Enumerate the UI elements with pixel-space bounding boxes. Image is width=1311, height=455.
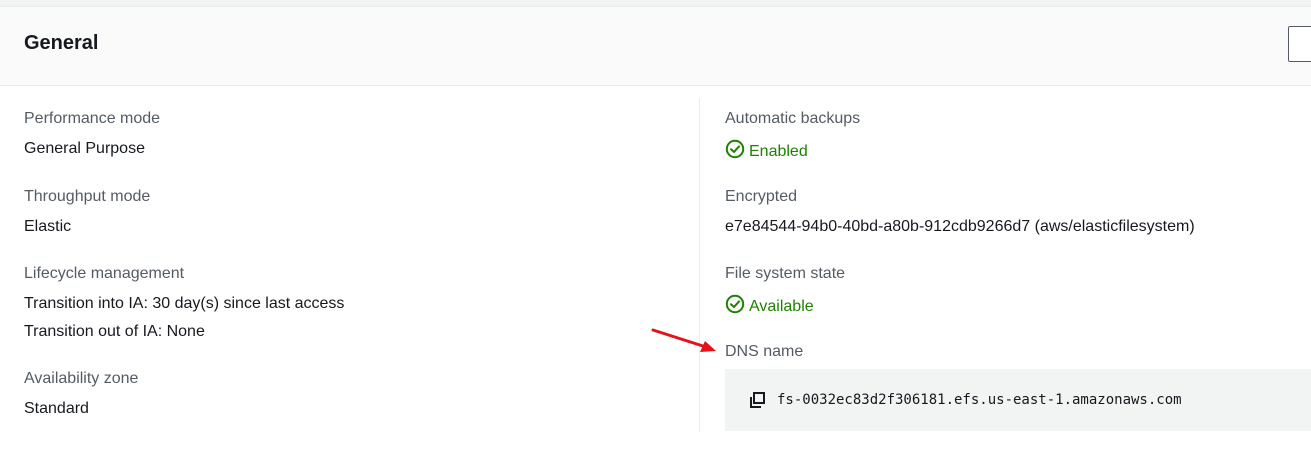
file-system-state-value: Available	[749, 298, 814, 315]
panel-header: General	[0, 7, 1311, 86]
file-system-state-status: Available	[725, 294, 845, 320]
lifecycle-management-field: Lifecycle management Transition into IA:…	[24, 264, 344, 342]
automatic-backups-label: Automatic backups	[725, 110, 861, 127]
lifecycle-transition-out-of-ia: Transition out of IA: None	[24, 323, 205, 340]
annotation-arrow-icon	[650, 326, 720, 363]
panel-title: General	[24, 32, 99, 54]
file-system-state-label: File system state	[725, 265, 846, 282]
availability-zone-value: Standard	[24, 400, 89, 417]
performance-mode-value: General Purpose	[24, 140, 145, 157]
encrypted-label: Encrypted	[725, 188, 798, 205]
top-strip	[0, 0, 1311, 7]
dns-name-box: fs-0032ec83d2f306181.efs.us-east-1.amazo…	[725, 369, 1311, 431]
check-circle-icon	[725, 139, 749, 165]
dns-name-field: DNS name	[725, 342, 803, 362]
encrypted-field: Encrypted e7e84544-94b0-40bd-a80b-912cdb…	[725, 187, 1195, 237]
column-divider	[699, 98, 700, 432]
header-action-button[interactable]	[1288, 26, 1311, 62]
automatic-backups-status: Enabled	[725, 139, 860, 165]
availability-zone-label: Availability zone	[24, 370, 139, 387]
encrypted-value: e7e84544-94b0-40bd-a80b-912cdb9266d7 (aw…	[725, 218, 1195, 235]
file-system-state-field: File system state Available	[725, 264, 845, 320]
performance-mode-label: Performance mode	[24, 110, 161, 127]
dns-name-label: DNS name	[725, 343, 804, 360]
lifecycle-transition-into-ia: Transition into IA: 30 day(s) since last…	[24, 295, 345, 312]
throughput-mode-value: Elastic	[24, 218, 72, 235]
dns-name-value: fs-0032ec83d2f306181.efs.us-east-1.amazo…	[777, 392, 1182, 408]
automatic-backups-field: Automatic backups Enabled	[725, 109, 860, 165]
throughput-mode-label: Throughput mode	[24, 188, 151, 205]
throughput-mode-field: Throughput mode Elastic	[24, 187, 150, 237]
automatic-backups-value: Enabled	[749, 143, 808, 160]
performance-mode-field: Performance mode General Purpose	[24, 109, 160, 159]
check-circle-icon	[725, 294, 749, 320]
availability-zone-field: Availability zone Standard	[24, 369, 138, 419]
lifecycle-management-label: Lifecycle management	[24, 265, 185, 282]
copy-icon[interactable]	[747, 390, 767, 410]
